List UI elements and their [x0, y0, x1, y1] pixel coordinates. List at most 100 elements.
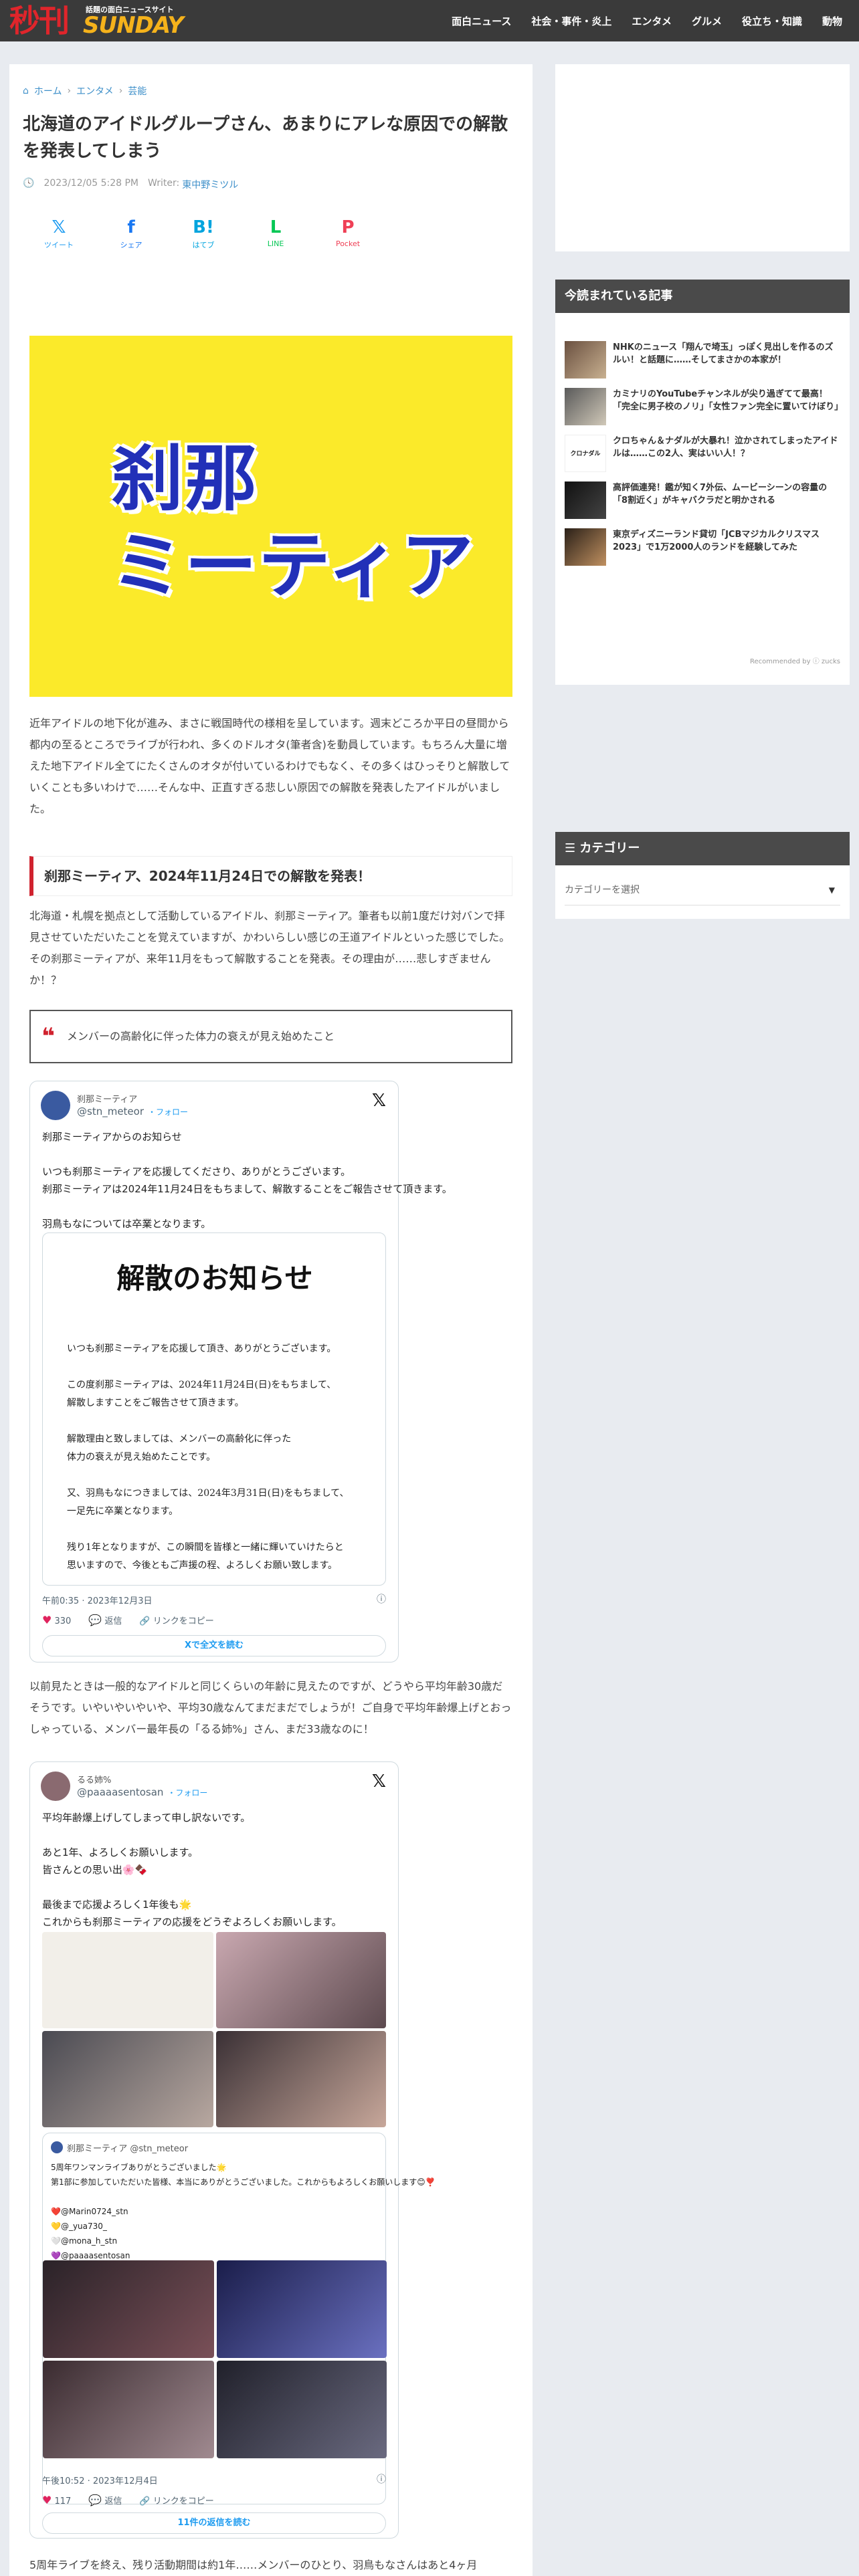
tweet-actions: ♥ 117 💬 返信 🔗 リンクをコピー: [42, 2494, 214, 2506]
reply-button[interactable]: 💬 返信: [88, 2494, 122, 2506]
nav-item-knowledge[interactable]: 役立ち・知識: [732, 14, 812, 28]
quoted-tweet[interactable]: 刹那ミーティア @stn_meteor 5周年ワンマンライブありがとうございまし…: [42, 2133, 436, 2504]
category-select[interactable]: カテゴリーを選択 ▼: [565, 875, 840, 905]
nav-item-animals[interactable]: 動物: [812, 14, 852, 28]
tweet-photo-portrait[interactable]: [216, 1932, 386, 2028]
quote-text: メンバーの高齢化に伴った体力の衰えが見え始めたこと: [67, 1030, 335, 1043]
logo-main-text: 秒刊: [9, 3, 70, 39]
clock-icon: 🕓: [23, 178, 35, 189]
ranking-item[interactable]: 東京ディズニーランド貸切「JCBマジカルクリスマス2023」で1万2000人のラ…: [565, 528, 840, 570]
article-date: 2023/12/05 5:28 PM: [43, 178, 138, 189]
breadcrumb-entertainment[interactable]: エンタメ: [76, 84, 114, 98]
share-x-button[interactable]: 𝕏 ツイート: [23, 215, 95, 262]
reply-button[interactable]: 💬 返信: [88, 1614, 122, 1626]
avatar[interactable]: [41, 1091, 70, 1120]
tweet-author-handle[interactable]: @stn_meteor ・フォロー: [77, 1105, 188, 1117]
line-icon: L: [270, 217, 282, 237]
ranking-item[interactable]: クロナダル クロちゃん＆ナダルが大暴れ！泣かされてしまったアイドルは……この2人…: [565, 435, 840, 476]
breadcrumb-home[interactable]: ホーム: [34, 84, 62, 98]
hero-image: 刹那 ミーティア: [29, 336, 512, 697]
reply-icon: 💬: [88, 1614, 102, 1626]
tweet-photo-notice[interactable]: [42, 1932, 213, 2028]
tweet-author-handle[interactable]: @paaaasentosan ・フォロー: [77, 1786, 207, 1798]
read-more-button[interactable]: Xで全文を読む: [42, 1635, 386, 1656]
article-card: ⌂ ホーム › エンタメ › 芸能 北海道のアイドルグループさん、あまりにアレな…: [9, 64, 533, 2576]
quote-icon: ❝: [41, 1023, 55, 1050]
share-label: Pocket: [335, 239, 361, 248]
tweet-author-name[interactable]: るる姉%: [77, 1773, 111, 1786]
ranking-item-title: 高評価連発！鑑が知く7外伝、ムービーシーンの容量の「8割近く」がキャバクラだと明…: [613, 483, 828, 506]
intro-paragraph: 近年アイドルの地下化が進み、まさに戦国時代の様相を呈しています。週末どころか平日…: [29, 717, 510, 815]
breadcrumb: ⌂ ホーム › エンタメ › 芸能: [23, 84, 147, 98]
writer-label: Writer:: [148, 178, 180, 189]
info-icon[interactable]: ⓘ: [377, 2472, 386, 2486]
nav-item-gourmet[interactable]: グルメ: [682, 14, 732, 28]
reply-icon: 💬: [88, 2494, 102, 2506]
body-paragraph: 以前見たときは一般的なアイドルと同じくらいの年齢に見えたのですが、どうやら平均年…: [29, 1680, 512, 1735]
embedded-tweet: 刹那ミーティア @stn_meteor ・フォロー 𝕏 刹那ミーティアからのお知ら…: [29, 1081, 452, 1662]
follow-link[interactable]: ・フォロー: [148, 1107, 188, 1117]
article-title: 北海道のアイドルグループさん、あまりにアレな原因での解散を発表してしまう: [23, 114, 508, 161]
tweet-timestamp[interactable]: 午後10:52 · 2023年12月4日: [42, 2474, 158, 2486]
pocket-icon: P: [341, 217, 355, 237]
recommended-label[interactable]: Recommended by ⓘ zucks: [750, 655, 840, 665]
copy-link-button[interactable]: 🔗 リンクをコピー: [139, 2494, 213, 2506]
x-logo-icon[interactable]: 𝕏: [372, 1772, 386, 1792]
tweet-text: 刹那ミーティアからのお知らせ いつも刹那ミーティアを応援してくださり、ありがとう…: [42, 1131, 452, 1247]
tweet-photo-group[interactable]: [42, 2031, 213, 2127]
quote-block: ❝ メンバーの高齢化に伴った体力の衰えが見え始めたこと: [29, 1010, 512, 1063]
follow-link[interactable]: ・フォロー: [167, 1788, 207, 1798]
writer-link[interactable]: 東中野ミツル: [182, 178, 238, 191]
nav-item-society[interactable]: 社会・事件・炎上: [521, 14, 622, 28]
site-header: 秒刊 話題の面白ニュースサイト SUNDAY 面白ニュース 社会・事件・炎上 エ…: [0, 0, 859, 41]
copy-link-button[interactable]: 🔗 リンクをコピー: [139, 1614, 213, 1626]
ranking-item[interactable]: NHKのニュース「翔んで埼玉」っぽく見出しを作るのズルい！と話題に……そしてまさ…: [565, 341, 840, 383]
ranking-item[interactable]: カミナリのYouTubeチャンネルが尖り過ぎてて最高！「完全に男子校のノリ」「女…: [565, 388, 844, 429]
home-icon: ⌂: [23, 86, 29, 96]
share-hatena-button[interactable]: B! はてブ: [167, 215, 240, 262]
ranking-widget: 今読まれている記事 NHKのニュース「翔んで埼玉」っぽく見出しを作るのズルい！と…: [555, 280, 850, 685]
site-logo[interactable]: 秒刊 話題の面白ニュースサイト SUNDAY: [9, 3, 184, 39]
hatena-icon: B!: [193, 217, 214, 237]
quoted-photo-4[interactable]: [217, 2361, 387, 2458]
nav-item-entertainment[interactable]: エンタメ: [622, 14, 682, 28]
tweet-timestamp[interactable]: 午前0:35 · 2023年12月3日: [42, 1594, 153, 1606]
read-replies-button[interactable]: 11件の返信を読む: [42, 2512, 386, 2534]
ranking-item-title: カミナリのYouTubeチャンネルが尖り過ぎてて最高！「完全に男子校のノリ」「女…: [613, 389, 844, 412]
ranking-item[interactable]: 高評価連発！鑑が知く7外伝、ムービーシーンの容量の「8割近く」がキャバクラだと明…: [565, 481, 840, 523]
tweet-text: 平均年齢爆上げしてしまって申し訳ないです。 あと1年、よろしくお願いします。 皆…: [42, 1812, 342, 1928]
global-nav: 面白ニュース 社会・事件・炎上 エンタメ グルメ 役立ち・知識 動物: [442, 0, 852, 41]
ranking-thumbnail: [565, 388, 606, 425]
tweet-image-notice[interactable]: 解散のお知らせ いつも刹那ミーティアを応援して頂き、ありがとうございます。 この…: [42, 1232, 386, 1586]
breadcrumb-celebrity[interactable]: 芸能: [128, 84, 147, 98]
quoted-photo-3[interactable]: [43, 2361, 214, 2458]
ranking-thumbnail: [565, 481, 606, 519]
share-pocket-button[interactable]: P Pocket: [312, 215, 384, 262]
nav-item-funny[interactable]: 面白ニュース: [442, 14, 521, 28]
embedded-tweet: るる姉% @paaaasentosan ・フォロー 𝕏 平均年齢爆上げしてしまって…: [29, 1761, 436, 2539]
article-meta: 🕓 2023/12/05 5:28 PM Writer: 東中野ミツル: [23, 178, 238, 191]
tweet-author-name[interactable]: 刹那ミーティア: [77, 1092, 137, 1105]
ranking-title: 今読まれている記事: [555, 280, 850, 313]
ranking-thumbnail: クロナダル: [565, 435, 606, 472]
like-button[interactable]: ♥ 117: [42, 2494, 71, 2506]
share-label: LINE: [267, 239, 284, 248]
ranking-thumbnail: [565, 528, 606, 566]
info-icon[interactable]: ⓘ: [377, 1592, 386, 1606]
x-logo-icon[interactable]: 𝕏: [372, 1091, 386, 1111]
quoted-photo-1[interactable]: [43, 2260, 214, 2358]
quoted-text: 5周年ワンマンライブありがとうございました🌟 第1部に参加していただいた皆様、本…: [51, 2163, 436, 2260]
quoted-photo-2[interactable]: [217, 2260, 387, 2358]
share-line-button[interactable]: L LINE: [240, 215, 312, 262]
ranking-item-title: 東京ディズニーランド貸切「JCBマジカルクリスマス2023」で1万2000人のラ…: [613, 530, 820, 552]
chevron-down-icon: ▼: [828, 885, 835, 895]
list-icon: ☰: [565, 841, 576, 855]
share-label: シェア: [120, 241, 142, 249]
avatar[interactable]: [41, 1772, 70, 1801]
section-heading: 刹那ミーティア、2024年11月24日での解散を発表！: [29, 856, 512, 896]
avatar: [51, 2141, 63, 2153]
link-icon: 🔗: [139, 2496, 151, 2506]
tweet-photo-selfie[interactable]: [216, 2031, 386, 2127]
like-button[interactable]: ♥ 330: [42, 1614, 71, 1626]
share-facebook-button[interactable]: f シェア: [95, 215, 167, 262]
